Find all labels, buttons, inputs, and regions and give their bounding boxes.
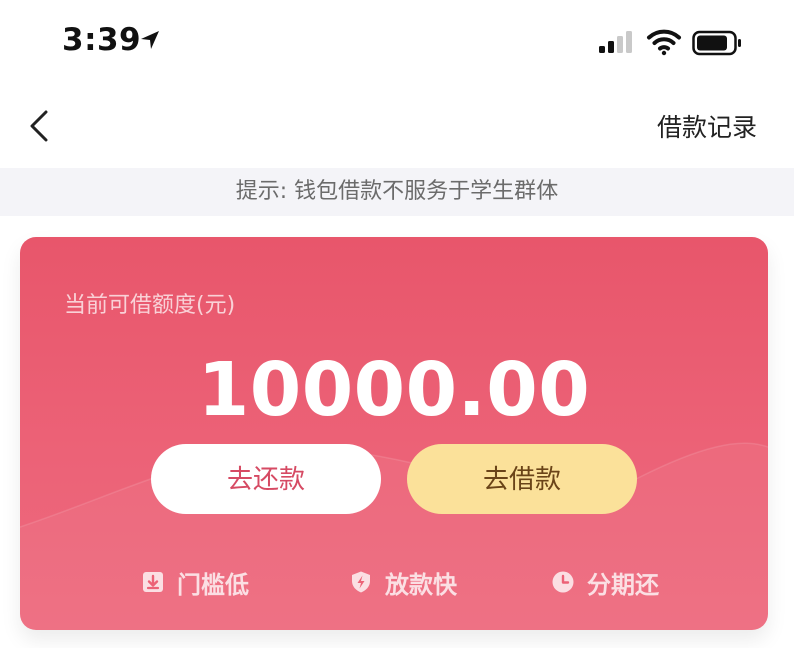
clock-icon: [552, 571, 574, 593]
shield-bolt-icon: [352, 571, 370, 593]
loan-records-link[interactable]: 借款记录: [657, 108, 757, 144]
available-amount: 10000.00: [197, 347, 591, 433]
chevron-left-icon[interactable]: [24, 108, 54, 144]
feature-low-threshold: 门槛低: [141, 562, 249, 602]
credit-limit-card: 当前可借额度(元) 10000.00 去还款 去借款 门槛低 放款快 分期还: [20, 237, 768, 630]
borrow-button[interactable]: 去借款: [407, 444, 637, 514]
status-time: 3:39: [62, 22, 142, 58]
feature-installments: 分期还: [551, 562, 659, 602]
notice-banner: 提示: 钱包借款不服务于学生群体: [0, 168, 794, 216]
available-quota-label: 当前可借额度(元): [64, 293, 236, 318]
cellular-signal-icon: [599, 31, 632, 53]
feature-label: 放款快: [385, 570, 457, 599]
wifi-icon: [647, 29, 681, 56]
location-arrow-icon: [141, 31, 159, 49]
battery-icon: [692, 30, 741, 56]
download-icon: [143, 572, 163, 592]
feature-label: 门槛低: [177, 570, 249, 599]
nav-bar: 借款记录: [0, 84, 794, 168]
feature-label: 分期还: [587, 570, 659, 599]
status-bar: 3:39: [0, 0, 794, 84]
feature-list: 门槛低 放款快 分期还: [20, 562, 768, 602]
feature-fast-payout: 放款快: [349, 562, 457, 602]
repay-button[interactable]: 去还款: [151, 444, 381, 514]
